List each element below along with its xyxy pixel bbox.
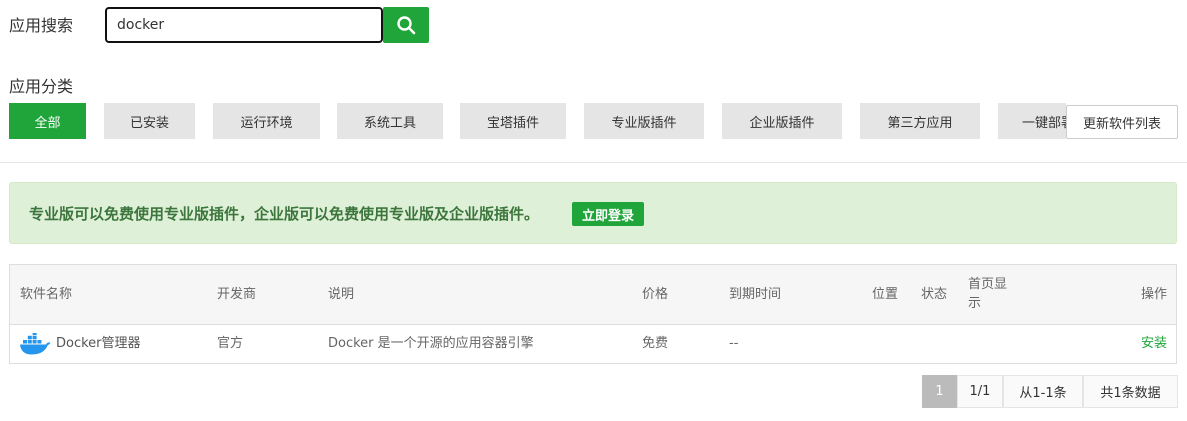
header-homepage-line1: 首页显	[968, 277, 1008, 292]
header-description: 说明	[328, 287, 355, 302]
pagination-current[interactable]: 1	[922, 375, 957, 408]
search-button[interactable]	[383, 7, 429, 43]
pagination-total: 共1条数据	[1083, 375, 1178, 408]
header-expiry: 到期时间	[729, 287, 782, 302]
category-system-tools[interactable]: 系统工具	[337, 103, 443, 139]
pagination-range: 从1-1条	[1003, 375, 1083, 408]
header-position: 位置	[872, 287, 899, 302]
update-software-list-button[interactable]: 更新软件列表	[1066, 105, 1178, 139]
category-pro-plugins[interactable]: 专业版插件	[584, 103, 704, 139]
promo-banner: 专业版可以免费使用专业版插件，企业版可以免费使用专业版及企业版插件。 立即登录	[9, 182, 1177, 244]
header-homepage-line2: 示	[968, 296, 982, 311]
header-developer: 开发商	[217, 287, 257, 302]
header-name: 软件名称	[20, 287, 73, 302]
search-label: 应用搜索	[9, 16, 74, 35]
divider	[0, 162, 1187, 163]
category-runtime[interactable]: 运行环境	[213, 103, 320, 139]
search-icon	[397, 16, 416, 35]
expiry: --	[729, 336, 739, 351]
price: 免费	[642, 336, 669, 351]
login-button[interactable]: 立即登录	[572, 202, 644, 226]
header-price: 价格	[642, 287, 669, 302]
category-one-click-deploy[interactable]: 一键部署	[998, 103, 1066, 139]
category-label: 应用分类	[9, 77, 74, 96]
developer: 官方	[217, 336, 244, 351]
header-status: 状态	[921, 287, 948, 302]
table-header: 软件名称 开发商 说明 价格 到期时间 位置 状态 首页显 示 操作	[10, 265, 1176, 325]
docker-icon	[20, 333, 51, 355]
software-table: 软件名称 开发商 说明 价格 到期时间 位置 状态 首页显 示 操作 Docke…	[9, 264, 1177, 364]
category-third-party[interactable]: 第三方应用	[860, 103, 980, 139]
promo-text: 专业版可以免费使用专业版插件，企业版可以免费使用专业版及企业版插件。	[29, 205, 540, 223]
software-name: Docker管理器	[56, 336, 141, 351]
category-bt-plugins[interactable]: 宝塔插件	[460, 103, 566, 139]
install-link[interactable]: 安装	[1141, 335, 1167, 353]
category-enterprise-plugins[interactable]: 企业版插件	[722, 103, 842, 139]
description: Docker 是一个开源的应用容器引擎	[328, 336, 534, 351]
header-action: 操作	[1140, 287, 1167, 302]
category-all[interactable]: 全部	[9, 103, 86, 139]
pagination-pages: 1/1	[957, 375, 1003, 408]
category-installed[interactable]: 已安装	[104, 103, 195, 139]
search-input[interactable]	[105, 7, 383, 43]
